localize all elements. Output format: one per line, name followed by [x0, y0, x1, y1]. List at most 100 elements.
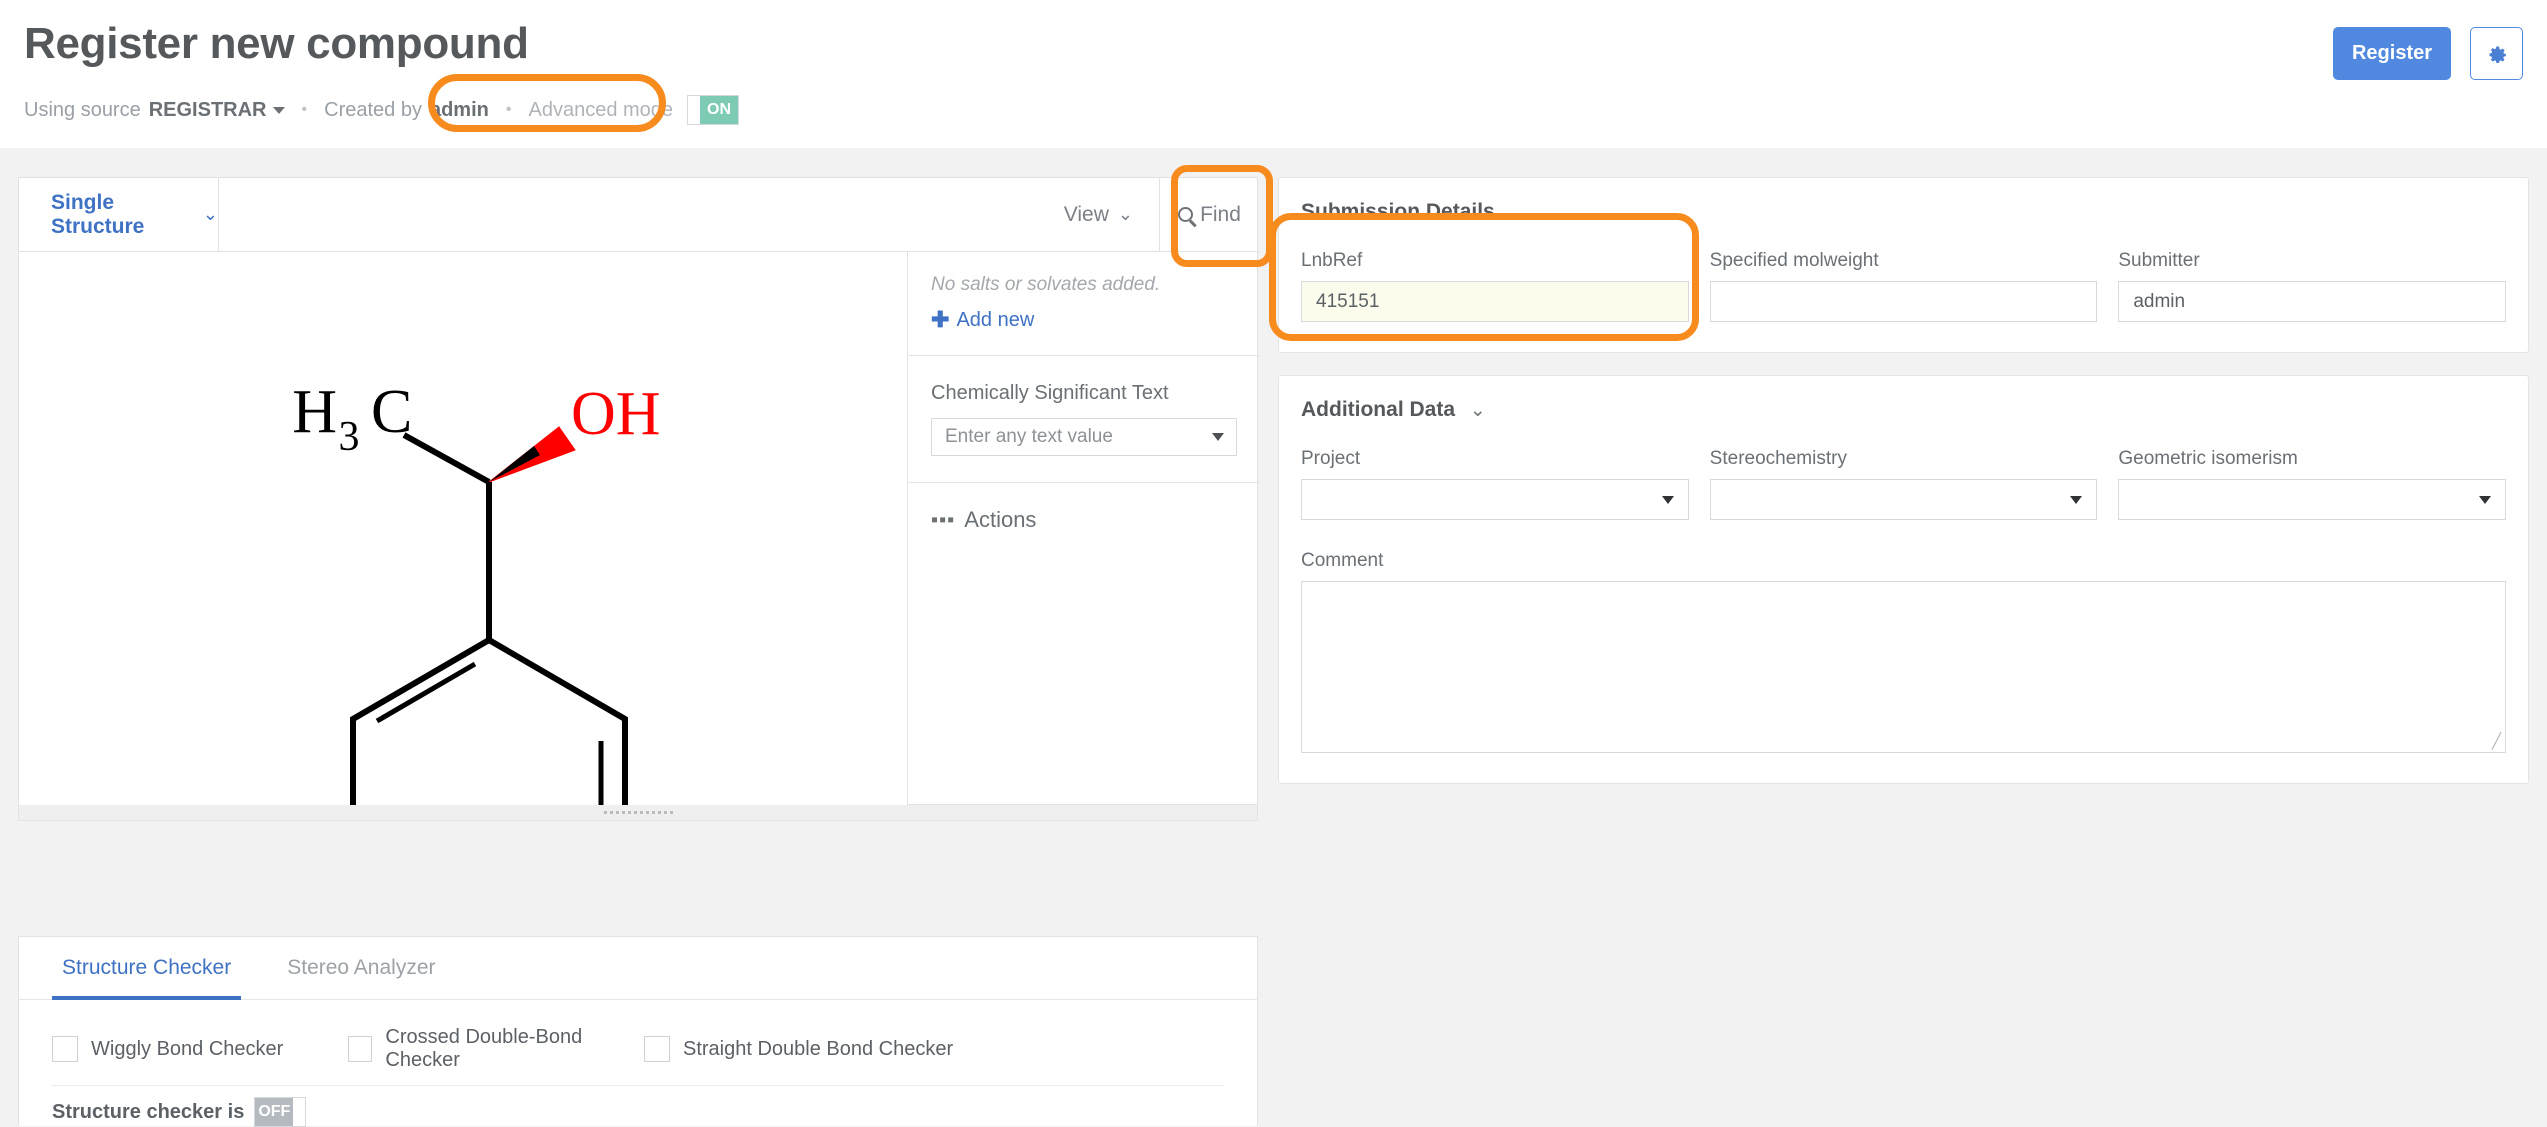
checker-options-row: Wiggly Bond Checker Crossed Double-Bond … — [19, 1000, 1257, 1072]
search-icon — [1178, 207, 1193, 222]
settings-button[interactable] — [2470, 27, 2523, 80]
panel-resize-handle[interactable] — [18, 805, 1258, 821]
register-button[interactable]: Register — [2333, 27, 2451, 80]
additional-data-title[interactable]: Additional Data ⌄ — [1301, 398, 2506, 422]
main-content: Single Structure ⌄ View ⌄ Find — [0, 148, 2547, 979]
field-stereochemistry-select[interactable] — [1710, 479, 2098, 520]
svg-text:OH: OH — [571, 380, 661, 448]
chevron-down-icon — [2479, 496, 2491, 504]
find-button[interactable]: Find — [1159, 178, 1259, 251]
structure-checker-state-label: Structure checker is — [52, 1101, 244, 1124]
field-geometric-isomerism-select[interactable] — [2118, 479, 2506, 520]
field-geometric-isomerism-label: Geometric isomerism — [2118, 448, 2506, 470]
field-project: Project — [1301, 448, 1689, 520]
checkbox-straight-double-bond-label: Straight Double Bond Checker — [683, 1038, 953, 1061]
advanced-mode-toggle[interactable]: ON — [687, 95, 739, 125]
structure-checker-state: Structure checker is OFF — [52, 1097, 306, 1127]
chem-significant-text-input[interactable]: Enter any text value — [931, 418, 1237, 456]
checkbox-straight-double-bond[interactable]: Straight Double Bond Checker — [644, 1036, 953, 1062]
field-submitter-label: Submitter — [2118, 250, 2506, 272]
checkbox-crossed-double-bond-label: Crossed Double-Bond Checker — [385, 1026, 644, 1072]
field-specified-molweight: Specified molweight — [1710, 250, 2098, 322]
field-submitter: Submitter admin — [2118, 250, 2506, 322]
toolbar-spacer — [219, 178, 1038, 251]
source-selector-value[interactable]: REGISTRAR — [149, 99, 267, 122]
page-title: Register new compound — [24, 22, 529, 66]
structure-editor-panel: Single Structure ⌄ View ⌄ Find — [18, 177, 1258, 805]
checkbox-wiggly-bond[interactable]: Wiggly Bond Checker — [52, 1036, 348, 1062]
field-specified-molweight-label: Specified molweight — [1710, 250, 2098, 272]
plus-icon: ✚ — [931, 307, 949, 333]
field-project-select[interactable] — [1301, 479, 1689, 520]
field-specified-molweight-input[interactable] — [1710, 281, 2098, 322]
molecule-drawing: H 3 C OH — [19, 252, 908, 805]
tab-stereo-analyzer-label: Stereo Analyzer — [287, 956, 435, 980]
submission-details-title: Submission Details — [1301, 200, 2506, 224]
structure-mode-label: Single Structure — [51, 191, 195, 239]
salts-solvates-block: No salts or solvates added. ✚ Add new — [909, 252, 1259, 356]
comment-textarea[interactable]: ╲ — [1301, 581, 2506, 753]
advanced-mode-toggle-state: ON — [700, 96, 738, 124]
additional-data-card: Additional Data ⌄ Project Stereochemistr… — [1278, 375, 2529, 784]
salts-empty-text: No salts or solvates added. — [931, 274, 1237, 296]
checkbox-box[interactable] — [644, 1036, 670, 1062]
view-label: View — [1064, 203, 1109, 227]
structure-side-column: No salts or solvates added. ✚ Add new Ch… — [909, 252, 1259, 805]
meta-separator-1: • — [302, 101, 308, 119]
structure-canvas[interactable]: H 3 C OH — [19, 252, 908, 805]
created-by-label: Created by — [324, 99, 422, 122]
chevron-down-icon[interactable] — [1212, 433, 1224, 441]
gear-icon — [2485, 42, 2509, 66]
checkbox-box[interactable] — [348, 1036, 372, 1062]
tab-structure-checker[interactable]: Structure Checker — [52, 937, 241, 999]
chem-significant-text-placeholder: Enter any text value — [945, 426, 1113, 448]
field-lnbref-label: LnbRef — [1301, 250, 1689, 272]
comment-field: Comment ╲ — [1301, 550, 2506, 753]
chevron-down-icon[interactable]: ⌄ — [1470, 400, 1486, 421]
additional-data-title-label: Additional Data — [1301, 398, 1455, 421]
actions-menu[interactable]: ▪▪▪ Actions — [909, 483, 1259, 557]
checkbox-crossed-double-bond[interactable]: Crossed Double-Bond Checker — [348, 1026, 644, 1072]
svg-text:H: H — [292, 378, 337, 446]
ellipsis-icon: ▪▪▪ — [931, 510, 955, 530]
chevron-down-icon: ⌄ — [1118, 204, 1133, 225]
field-stereochemistry-label: Stereochemistry — [1710, 448, 2098, 470]
structure-mode-dropdown[interactable]: Single Structure ⌄ — [19, 178, 219, 251]
checkbox-box[interactable] — [52, 1036, 78, 1062]
checker-divider — [52, 1085, 1224, 1086]
chevron-down-icon[interactable] — [273, 107, 285, 114]
comment-label: Comment — [1301, 550, 2506, 572]
chevron-down-icon — [2070, 496, 2082, 504]
page-meta-row: Using source REGISTRAR • Created by admi… — [24, 96, 739, 124]
tab-stereo-analyzer[interactable]: Stereo Analyzer — [277, 937, 445, 999]
structure-checker-toggle[interactable]: OFF — [254, 1097, 306, 1127]
structure-checker-toggle-state: OFF — [255, 1098, 293, 1126]
chem-significant-text-label: Chemically Significant Text — [931, 382, 1237, 405]
submission-details-fields: LnbRef 415151 Specified molweight Submit… — [1301, 250, 2506, 322]
field-geometric-isomerism: Geometric isomerism — [2118, 448, 2506, 520]
add-new-label: Add new — [956, 309, 1034, 332]
resize-grip-icon[interactable]: ╲ — [2492, 732, 2501, 750]
chevron-down-icon — [1662, 496, 1674, 504]
add-salt-button[interactable]: ✚ Add new — [931, 307, 1237, 333]
structure-checker-panel: Structure Checker Stereo Analyzer Wiggly… — [18, 936, 1258, 1126]
field-lnbref-input[interactable]: 415151 — [1301, 281, 1689, 322]
view-dropdown[interactable]: View ⌄ — [1038, 178, 1159, 251]
using-source-label: Using source — [24, 99, 141, 122]
actions-label: Actions — [964, 507, 1036, 533]
structure-toolbar: Single Structure ⌄ View ⌄ Find — [19, 178, 1259, 252]
submission-details-card: Submission Details LnbRef 415151 Specifi… — [1278, 177, 2529, 353]
meta-separator-2: • — [506, 101, 512, 119]
page-header: Register new compound Using source REGIS… — [0, 0, 2547, 148]
field-submitter-input[interactable]: admin — [2118, 281, 2506, 322]
advanced-mode-label: Advanced mode — [528, 99, 673, 122]
created-by-value: admin — [430, 99, 489, 122]
checker-tabs: Structure Checker Stereo Analyzer — [19, 937, 1257, 1000]
svg-text:3: 3 — [339, 414, 360, 460]
details-column: Submission Details LnbRef 415151 Specifi… — [1278, 177, 2529, 784]
chevron-down-icon: ⌄ — [203, 204, 218, 225]
field-lnbref: LnbRef 415151 — [1301, 250, 1689, 322]
find-label: Find — [1200, 203, 1241, 227]
tab-structure-checker-label: Structure Checker — [62, 956, 231, 980]
chem-significant-text-block: Chemically Significant Text Enter any te… — [909, 356, 1259, 483]
